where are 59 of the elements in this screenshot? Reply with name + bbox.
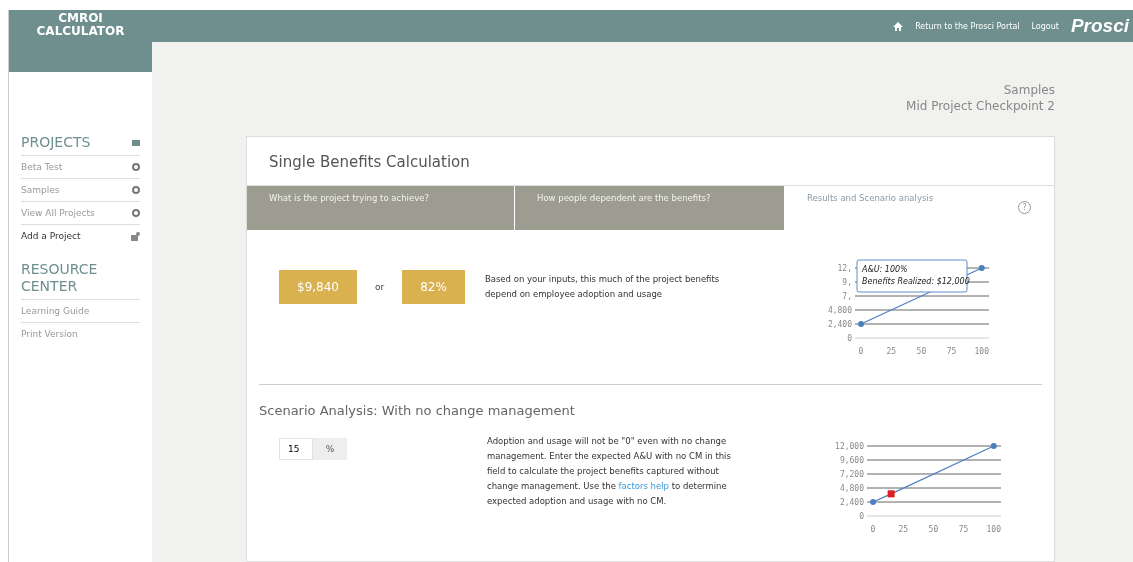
- data-point: [990, 443, 997, 449]
- tab[interactable]: How people dependent are the benefits?: [515, 186, 785, 230]
- x-tick-label: 100: [986, 525, 1001, 534]
- y-tick-label: 2,400: [839, 498, 864, 507]
- section-title: PROJECTS: [21, 134, 91, 151]
- x-tick-label: 75: [946, 347, 957, 356]
- sidebar-item[interactable]: View All Projects: [21, 201, 140, 224]
- y-tick-label: 9,600: [839, 456, 864, 465]
- factors-help-link[interactable]: factors help: [618, 481, 669, 491]
- folder-plus-icon: [131, 231, 140, 241]
- data-point: [857, 321, 864, 327]
- section-title: RESOURCE CENTER: [21, 261, 99, 295]
- y-tick-label: 7,: [842, 292, 852, 301]
- sidebar-item[interactable]: Add a Project: [21, 224, 140, 247]
- circle-icon: [132, 209, 140, 217]
- x-tick-label: 0: [870, 525, 876, 534]
- x-tick-label: 100: [974, 347, 989, 356]
- x-tick-label: 25: [898, 525, 909, 534]
- scenario-description: Adoption and usage will not be "0" even with no change management. Enter the expected A&U with no CM in this field to calculate the project benefits captured without change management. Use the factors help to determine expected adoption and usage with no CM.: [487, 435, 732, 508]
- unit-label: %: [313, 438, 347, 460]
- y-tick-label: 7,200: [839, 470, 864, 479]
- x-tick-label: 25: [886, 347, 896, 356]
- section-heading: Scenario Analysis: With no change management: [258, 402, 576, 420]
- y-tick-label: 0: [859, 512, 864, 521]
- amount-value: $9,840: [279, 270, 357, 304]
- percent-value: 82%: [402, 270, 465, 304]
- tab[interactable]: What is the project trying to achieve?: [247, 186, 515, 230]
- y-tick-label: 9,: [842, 278, 852, 287]
- brand-logo: Prosci: [1070, 15, 1129, 37]
- breadcrumb-text: Mid Project Checkpoint 2: [906, 98, 1055, 114]
- data-point: [870, 499, 877, 505]
- breadcrumb-text: Samples: [1003, 82, 1055, 98]
- sidebar-item[interactable]: Beta Test: [21, 155, 140, 178]
- folder-icon: [132, 139, 140, 146]
- circle-icon: [132, 163, 140, 171]
- x-tick-label: 50: [928, 525, 939, 534]
- data-point: [978, 265, 985, 271]
- or-text: or: [375, 282, 385, 292]
- header-link[interactable]: Logout: [1031, 21, 1059, 31]
- y-tick-label: 2,400: [827, 320, 852, 329]
- app-logo: CMROI CALCULATOR: [9, 10, 152, 72]
- x-tick-label: 75: [958, 525, 969, 534]
- y-tick-label: 12,: [837, 264, 852, 273]
- y-tick-label: 12,000: [835, 442, 864, 451]
- scenario-marker: [887, 490, 895, 498]
- percent-input[interactable]: 15: [279, 438, 313, 460]
- x-tick-label: 0: [858, 347, 864, 356]
- result-description: Based on your inputs, this much of the project benefits depend on employee adoption and usage: [484, 273, 721, 301]
- chart-tooltip: A&U: 100% Benefits Realized: $12,000: [856, 259, 970, 293]
- home-icon[interactable]: [893, 21, 904, 31]
- y-tick-label: 4,800: [827, 306, 852, 315]
- sidebar-item[interactable]: Samples: [21, 178, 140, 201]
- y-tick-label: 0: [847, 334, 852, 343]
- y-tick-label: 4,800: [839, 484, 864, 493]
- sidebar-item[interactable]: Learning Guide: [21, 299, 140, 322]
- header-link[interactable]: Return to the Prosci Portal: [915, 21, 1020, 31]
- x-tick-label: 50: [916, 347, 927, 356]
- sidebar-item[interactable]: Print Version: [21, 322, 140, 345]
- circle-icon: [132, 186, 140, 194]
